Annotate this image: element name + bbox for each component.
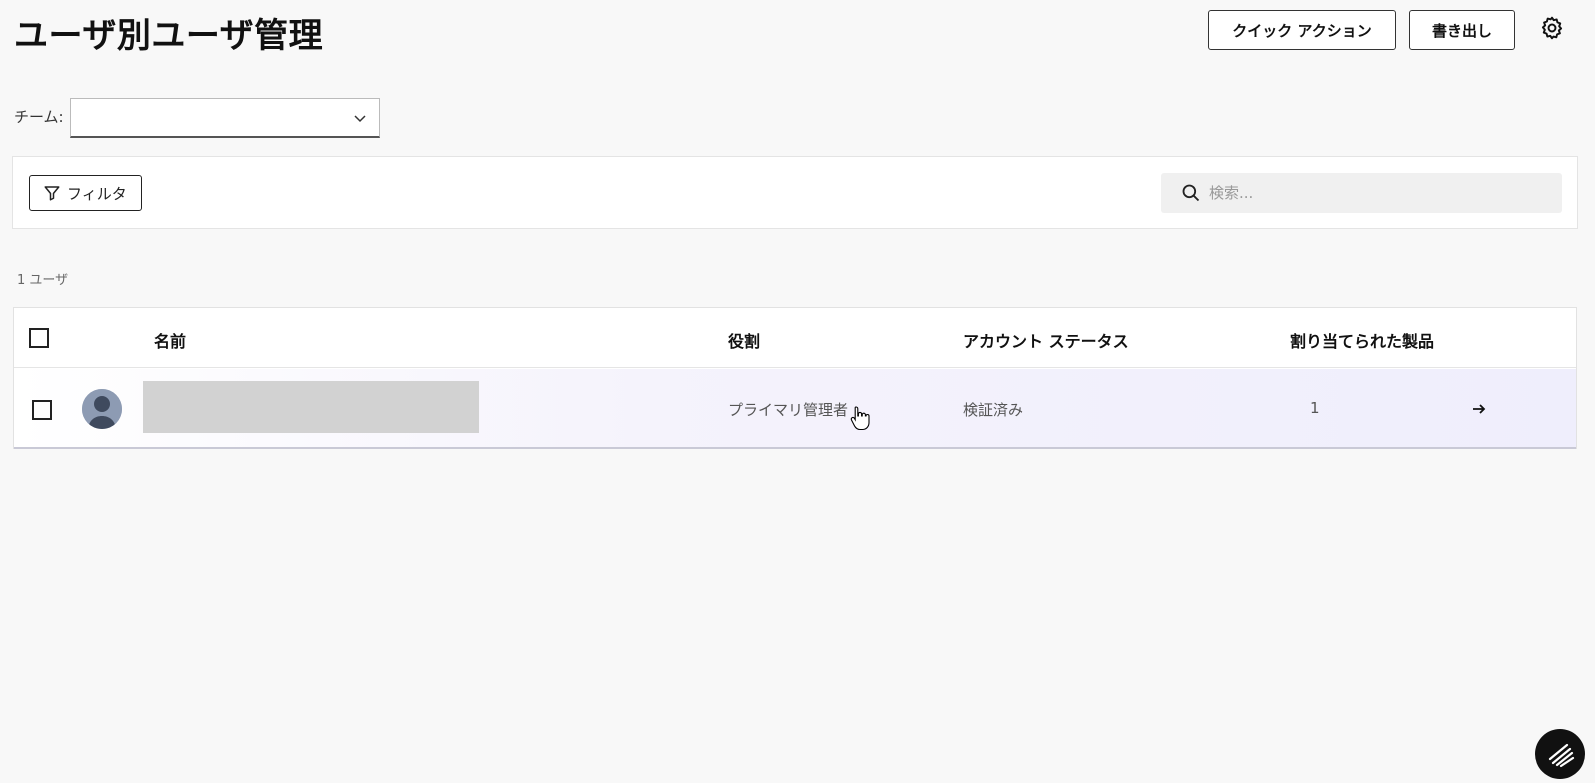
filter-icon: [44, 186, 60, 201]
role-cell: プライマリ管理者: [728, 401, 849, 419]
products-cell: 1: [1310, 399, 1320, 417]
search-icon: [1182, 184, 1200, 202]
assistant-logo-button[interactable]: [1535, 729, 1585, 779]
arrow-right-icon[interactable]: [1471, 401, 1487, 417]
column-header-role[interactable]: 役割: [728, 328, 760, 352]
table-header: 名前 役割 アカウント ステータス 割り当てられた製品: [14, 308, 1576, 368]
user-name-redacted: [143, 381, 479, 433]
filter-button[interactable]: フィルタ: [29, 175, 142, 211]
select-all-checkbox[interactable]: [29, 328, 49, 348]
search-box[interactable]: [1161, 173, 1562, 213]
avatar: [82, 389, 122, 429]
row-checkbox[interactable]: [32, 400, 52, 420]
page-title: ユーザ別ユーザ管理: [14, 16, 324, 56]
column-header-name[interactable]: 名前: [154, 328, 186, 352]
team-label: チーム:: [14, 108, 64, 126]
gear-icon[interactable]: [1539, 15, 1565, 41]
status-cell: 検証済み: [963, 401, 1024, 419]
user-count: 1 ユーザ: [17, 273, 69, 288]
hand-cursor-icon: [850, 406, 870, 431]
filter-label: フィルタ: [67, 184, 127, 203]
column-header-products[interactable]: 割り当てられた製品: [1290, 328, 1434, 352]
table-row[interactable]: プライマリ管理者 検証済み 1: [14, 369, 1576, 449]
export-button[interactable]: 書き出し: [1409, 10, 1515, 50]
team-select[interactable]: [70, 98, 380, 138]
users-table: 名前 役割 アカウント ステータス 割り当てられた製品 プライマリ管理者 検証済…: [13, 307, 1577, 449]
chevron-down-icon: [354, 115, 366, 123]
search-input[interactable]: [1209, 184, 1549, 202]
quick-action-button[interactable]: クイック アクション: [1208, 10, 1396, 50]
stripes-logo-icon: [1548, 743, 1575, 768]
column-header-status[interactable]: アカウント ステータス: [963, 328, 1129, 352]
